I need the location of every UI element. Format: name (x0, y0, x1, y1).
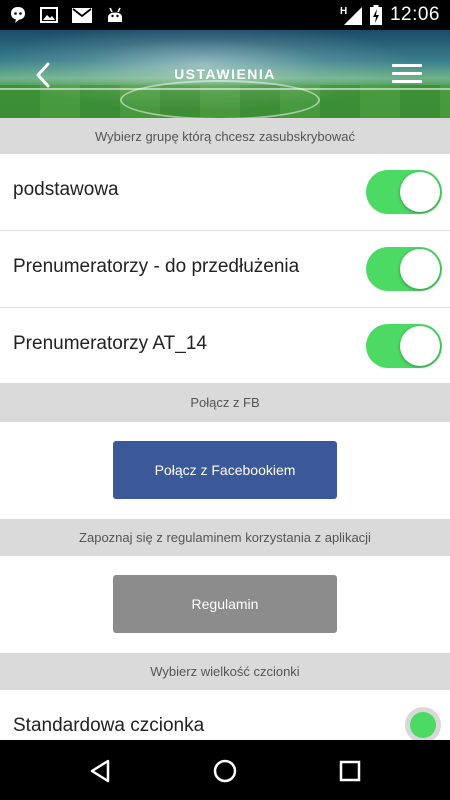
terms-section-header: Zapoznaj się z regulaminem korzystania z… (0, 519, 450, 556)
system-icons: H 12:06 (340, 4, 440, 26)
svg-text:H: H (340, 6, 347, 17)
group-toggle-podstawowa[interactable] (366, 170, 442, 214)
facebook-block: Połącz z Facebookiem (0, 422, 450, 519)
font-option-radio[interactable] (405, 707, 441, 743)
recents-square-icon (339, 760, 361, 782)
terms-section-label: Zapoznaj się z regulaminem korzystania z… (79, 530, 371, 545)
toggle-knob (400, 249, 440, 289)
nav-back-button[interactable] (86, 756, 116, 786)
subscription-section-header: Wybierz grupę którą chcesz zasubskrybowa… (0, 118, 450, 154)
menu-button[interactable] (392, 62, 422, 86)
facebook-section-header: Połącz z FB (0, 383, 450, 422)
group-label: Prenumeratorzy - do przedłużenia (13, 256, 300, 277)
font-size-section-label: Wybierz wielkość czcionki (150, 664, 300, 679)
group-label: podstawowa (13, 179, 119, 200)
home-circle-icon (213, 759, 237, 783)
font-option-standard[interactable]: Standardowa czcionka (0, 690, 450, 743)
mail-icon (72, 7, 92, 23)
toggle-knob (400, 326, 440, 366)
system-nav-bar (0, 740, 450, 800)
notification-icons (10, 6, 124, 24)
toggle-knob (400, 172, 440, 212)
android-icon (106, 7, 124, 23)
image-icon (40, 7, 58, 23)
app-header: USTAWIENIA (0, 30, 450, 118)
font-option-label: Standardowa czcionka (13, 715, 205, 736)
pitch-center-circle (120, 80, 320, 118)
radio-selected-dot (410, 712, 436, 738)
terms-block: Regulamin (0, 556, 450, 653)
nav-home-button[interactable] (210, 756, 240, 786)
connect-facebook-button[interactable]: Połącz z Facebookiem (113, 441, 337, 499)
group-row-at14: Prenumeratorzy AT_14 (0, 308, 450, 383)
subscription-section-label: Wybierz grupę którą chcesz zasubskrybowa… (95, 128, 355, 144)
group-label: Prenumeratorzy AT_14 (13, 333, 207, 354)
font-size-section-header: Wybierz wielkość czcionki (0, 653, 450, 690)
clock: 12:06 (389, 4, 440, 25)
status-bar: H 12:06 (0, 0, 450, 30)
group-row-do-przedluzenia: Prenumeratorzy - do przedłużenia (0, 231, 450, 308)
group-toggle-do-przedluzenia[interactable] (366, 247, 442, 291)
chat-bubble-icon (10, 6, 26, 24)
hamburger-menu-icon (392, 64, 422, 67)
signal-h-icon: H (340, 5, 362, 25)
pitch-line (0, 88, 450, 90)
back-triangle-icon (90, 759, 110, 783)
nav-recents-button[interactable] (335, 756, 365, 786)
facebook-section-label: Połącz z FB (190, 395, 260, 410)
group-toggle-at14[interactable] (366, 324, 442, 368)
hamburger-bar (392, 80, 422, 83)
page-title: USTAWIENIA (174, 66, 276, 82)
battery-charging-icon (369, 5, 382, 25)
hamburger-bar (392, 72, 422, 75)
group-row-podstawowa: podstawowa (0, 154, 450, 231)
terms-button[interactable]: Regulamin (113, 575, 337, 633)
